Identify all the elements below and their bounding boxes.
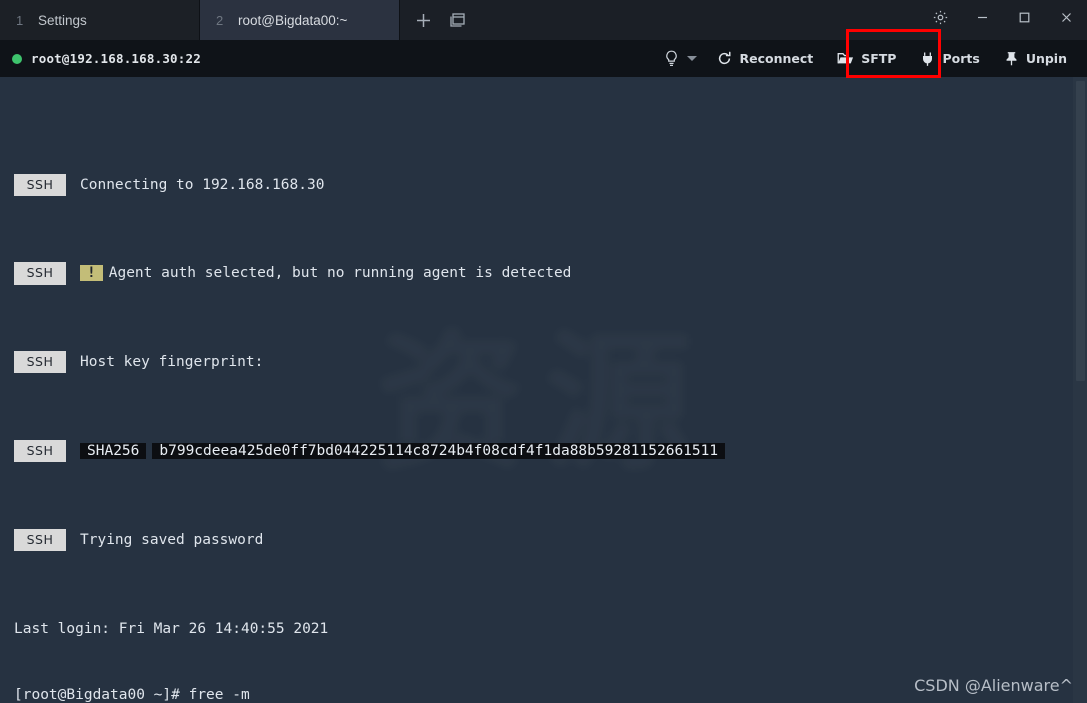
terminal-scrollbar-thumb[interactable] bbox=[1076, 81, 1085, 381]
tab-strip: 1 Settings 2 root@Bigdata00:~ bbox=[0, 0, 400, 40]
plus-icon bbox=[415, 12, 432, 29]
split-pane-button[interactable] bbox=[440, 0, 474, 40]
ssh-log-line: SSH ! Agent auth selected, but no running… bbox=[14, 262, 1087, 284]
unpin-button[interactable]: Unpin bbox=[992, 40, 1079, 77]
unpin-label: Unpin bbox=[1026, 51, 1067, 66]
sftp-label: SFTP bbox=[861, 51, 896, 66]
ssh-log-text: ! Agent auth selected, but no running age… bbox=[80, 262, 571, 284]
connection-status: root@192.168.168.30:22 bbox=[12, 51, 201, 66]
new-tab-button[interactable] bbox=[406, 0, 440, 40]
ssh-log-line: SSH Connecting to 192.168.168.30 bbox=[14, 174, 1087, 196]
ssh-log-text: SHA256 b799cdeea425de0ff7bd044225114c8724… bbox=[80, 440, 731, 462]
lightbulb-icon bbox=[664, 50, 679, 67]
tab-settings[interactable]: 1 Settings bbox=[0, 0, 200, 40]
host-key-fingerprint: b799cdeea425de0ff7bd044225114c8724b4f08c… bbox=[152, 443, 725, 459]
tab-label: root@Bigdata00:~ bbox=[238, 13, 347, 28]
terminal-app-window: 1 Settings 2 root@Bigdata00:~ bbox=[0, 0, 1087, 703]
tab-number: 1 bbox=[16, 13, 38, 28]
session-toolbar: root@192.168.168.30:22 Reconnect bbox=[0, 40, 1087, 77]
chevron-down-icon[interactable] bbox=[687, 56, 697, 61]
ssh-log-text: Trying saved password bbox=[80, 529, 263, 551]
ssh-log-gutter: SSH bbox=[14, 529, 66, 551]
sftp-button[interactable]: SFTP bbox=[825, 40, 908, 77]
tab-label: Settings bbox=[38, 13, 87, 28]
minimize-icon bbox=[975, 10, 990, 30]
ssh-log-gutter: SSH bbox=[14, 174, 66, 196]
gear-icon bbox=[932, 9, 949, 31]
ssh-log-text: Host key fingerprint: bbox=[80, 351, 263, 373]
reconnect-button[interactable]: Reconnect bbox=[705, 40, 825, 77]
settings-button[interactable] bbox=[919, 0, 961, 40]
pin-icon bbox=[1004, 51, 1019, 67]
ssh-log-line: SSH Trying saved password bbox=[14, 529, 1087, 551]
plug-icon bbox=[920, 51, 935, 67]
folder-icon bbox=[837, 51, 854, 66]
window-controls bbox=[919, 0, 1087, 40]
ssh-log-gutter: SSH bbox=[14, 351, 66, 373]
ports-button[interactable]: Ports bbox=[908, 40, 991, 77]
terminal-content: SSH Connecting to 192.168.168.30 SSH ! Ag… bbox=[0, 77, 1087, 703]
close-icon bbox=[1059, 10, 1074, 30]
title-bar: 1 Settings 2 root@Bigdata00:~ bbox=[0, 0, 1087, 40]
connection-address: root@192.168.168.30:22 bbox=[31, 51, 201, 66]
window-panes-icon bbox=[448, 11, 466, 29]
titlebar-drag-area bbox=[480, 0, 919, 40]
refresh-icon bbox=[717, 51, 732, 66]
tab-number: 2 bbox=[216, 13, 238, 28]
ssh-log-gutter: SSH bbox=[14, 262, 66, 284]
tips-button[interactable] bbox=[654, 40, 705, 77]
image-watermark: CSDN @Alienware^ bbox=[914, 676, 1073, 695]
close-button[interactable] bbox=[1045, 0, 1087, 40]
maximize-icon bbox=[1017, 10, 1032, 30]
terminal-line: Last login: Fri Mar 26 14:40:55 2021 bbox=[14, 618, 1087, 640]
minimize-button[interactable] bbox=[961, 0, 1003, 40]
ssh-log-gutter: SSH bbox=[14, 440, 66, 462]
sha256-badge: SHA256 bbox=[80, 443, 146, 459]
tab-ssh-session[interactable]: 2 root@Bigdata00:~ bbox=[200, 0, 400, 40]
ssh-log-line: SSH SHA256 b799cdeea425de0ff7bd044225114c… bbox=[14, 440, 1087, 462]
tab-actions bbox=[400, 0, 480, 40]
ssh-log-message: Agent auth selected, but no running agen… bbox=[109, 265, 572, 281]
connection-status-dot bbox=[12, 54, 22, 64]
reconnect-label: Reconnect bbox=[739, 51, 813, 66]
ssh-log-line: SSH Host key fingerprint: bbox=[14, 351, 1087, 373]
ports-label: Ports bbox=[942, 51, 979, 66]
ssh-log-text: Connecting to 192.168.168.30 bbox=[80, 174, 324, 196]
terminal-pane[interactable]: 资源 SSH Connecting to 192.168.168.30 SSH … bbox=[0, 77, 1087, 703]
maximize-button[interactable] bbox=[1003, 0, 1045, 40]
warning-badge: ! bbox=[80, 265, 103, 281]
